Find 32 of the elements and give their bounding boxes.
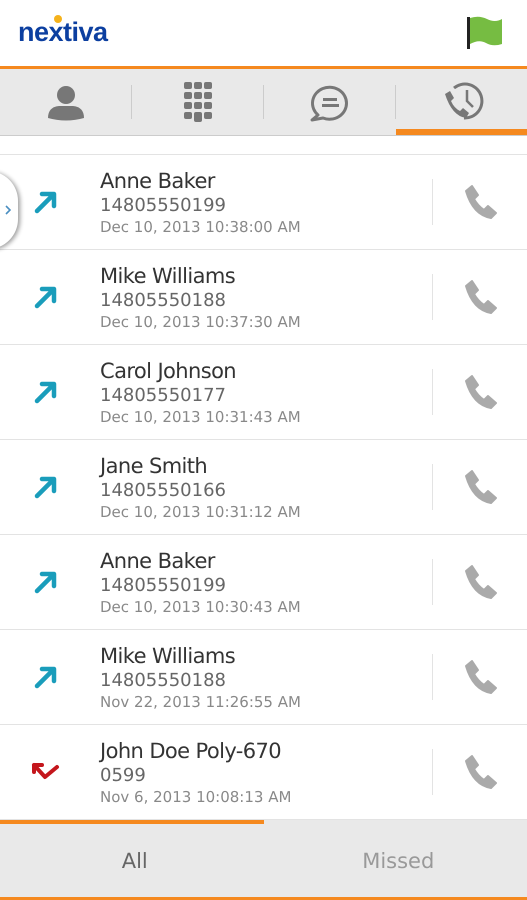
- contact-name: Mike Williams: [100, 264, 236, 288]
- call-time: Dec 10, 2013 10:31:12 AM: [100, 502, 302, 521]
- outgoing-arrow-icon: [33, 569, 59, 596]
- phone-number: 14805550188: [100, 670, 227, 691]
- phone-number: 14805550199: [100, 574, 227, 596]
- outgoing-arrow-icon: [33, 379, 59, 406]
- contact-name: Anne Baker: [100, 168, 216, 193]
- contact-name: John Doe Poly-670: [100, 738, 282, 763]
- phone-number: 14805550177: [100, 384, 227, 406]
- phone-number: 14805550188: [100, 290, 227, 311]
- call-time: Dec 10, 2013 10:37:30 AM: [100, 312, 302, 331]
- call-time: Dec 10, 2013 10:30:43 AM: [100, 598, 302, 616]
- call-time: Dec 10, 2013 10:38:00 AM: [100, 218, 302, 236]
- call-time: Dec 10, 2013 10:31:43 AM: [100, 408, 302, 426]
- phone-number: 0599: [100, 764, 147, 786]
- contact-name: Jane Smith: [100, 454, 208, 478]
- chevron-icon: [5, 205, 11, 216]
- dialpad-icon: [182, 82, 212, 122]
- contact-name: Carol Johnson: [100, 358, 238, 383]
- logo: nextiva: [18, 17, 108, 48]
- outgoing-arrow-icon: [33, 474, 59, 500]
- call-time: Nov 6, 2013 10:08:13 AM: [100, 788, 292, 806]
- contact-name: Anne Baker: [100, 548, 216, 573]
- outgoing-arrow-icon: [33, 189, 59, 216]
- contact-name: Mike Williams: [100, 644, 236, 668]
- filter-tab[interactable]: All: [0, 820, 264, 897]
- outgoing-arrow-icon: [33, 284, 59, 310]
- outgoing-arrow-icon: [33, 664, 59, 690]
- flag-icon[interactable]: [467, 16, 503, 50]
- phone-number: 14805550199: [100, 194, 227, 216]
- phone-number: 14805550166: [100, 480, 227, 501]
- call-time: Nov 22, 2013 11:26:55 AM: [100, 692, 302, 711]
